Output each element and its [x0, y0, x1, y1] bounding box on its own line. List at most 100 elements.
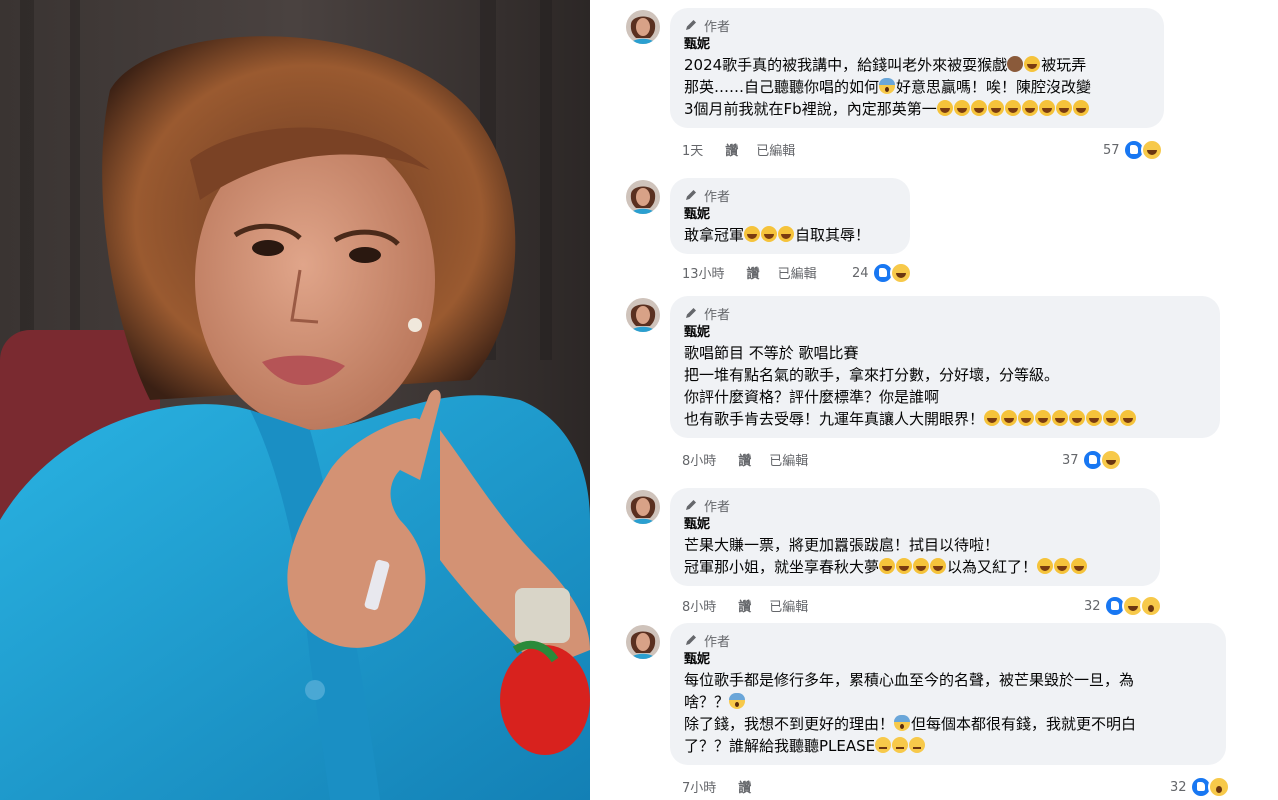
author-badge: 作者: [684, 631, 1212, 650]
photo-panel: [0, 0, 590, 800]
comment-line: 了？？誰解給我聽聽PLEASE: [684, 735, 1212, 757]
comment-text: 自取其辱！: [795, 226, 871, 244]
comment-text: 好意思贏嗎！唉！陳腔沒改變: [896, 78, 1092, 96]
edited-label: 已編輯: [756, 144, 796, 159]
like-link[interactable]: 讚: [738, 777, 751, 796]
reaction-count: 37: [1062, 452, 1079, 468]
reaction-summary[interactable]: 57: [1103, 139, 1163, 161]
reaction-summary[interactable]: 32: [1170, 776, 1230, 798]
wow-reaction-icon: [1139, 595, 1162, 617]
avatar[interactable]: [626, 10, 660, 44]
like-link[interactable]: 讚: [738, 596, 751, 615]
author-badge-label: 作者: [704, 307, 731, 323]
woman-photo: [0, 0, 590, 800]
comment-bubble: 作者 甄妮 每位歌手都是修行多年，累積心血至今的名聲，被芒果毀於一旦，為 啥？？ 除了錢…: [670, 623, 1226, 765]
comment-list: 作者 甄妮 2024歌手真的被我講中，給錢叫老外來被耍猴戲 被玩弄 那英……自己聽聽你唱…: [590, 0, 1278, 800]
author-badge-label: 作者: [704, 19, 731, 35]
comment-time[interactable]: 1天: [682, 140, 703, 159]
like-link[interactable]: 讚: [725, 140, 738, 159]
author-badge-label: 作者: [704, 189, 731, 205]
comment-text: 但每個本都很有錢，我就更不明白: [911, 715, 1137, 733]
laugh-emoji-icon: [1086, 410, 1103, 426]
laugh-emoji-icon: [1054, 558, 1071, 574]
laugh-emoji-icon: [1071, 558, 1088, 574]
reaction-summary[interactable]: 32: [1084, 595, 1162, 617]
comment-line: 冠軍那小姐，就坐享春秋大夢 以為又紅了！: [684, 556, 1146, 578]
laugh-emoji-icon: [1004, 100, 1021, 116]
author-name[interactable]: 甄妮: [684, 651, 1212, 669]
laugh-emoji-icon: [1069, 410, 1086, 426]
monkey-emoji-icon: [1007, 56, 1024, 72]
comment-meta: 1天 讚 已編輯: [682, 140, 795, 159]
avatar[interactable]: [626, 625, 660, 659]
avatar[interactable]: [626, 180, 660, 214]
laugh-emoji-icon: [1018, 410, 1035, 426]
comment-meta: 8小時 讚 已編輯: [682, 450, 808, 469]
laugh-emoji-icon: [1072, 100, 1089, 116]
comment-line: 也有歌手肯去受辱！九運年真讓人大開眼界！: [684, 408, 1206, 430]
laugh-emoji-icon: [1037, 558, 1054, 574]
laugh-emoji-icon: [761, 226, 778, 242]
laugh-emoji-icon: [896, 558, 913, 574]
like-link[interactable]: 讚: [738, 450, 751, 469]
comment-text: 以為又紅了！: [947, 558, 1038, 576]
reaction-summary[interactable]: 24: [852, 262, 912, 284]
comment-time[interactable]: 13小時: [682, 263, 725, 282]
avatar[interactable]: [626, 490, 660, 524]
author-name[interactable]: 甄妮: [684, 206, 896, 224]
comment-text: 把一堆有點名氣的歌手，拿來打分數，分好壞，分等級。: [684, 366, 1060, 384]
comment-text: 那英……自己聽聽你唱的如何: [684, 78, 880, 96]
laugh-emoji-icon: [987, 100, 1004, 116]
comment-bubble: 作者 甄妮 2024歌手真的被我講中，給錢叫老外來被耍猴戲 被玩弄那英……自己聽聽你唱…: [670, 8, 1164, 128]
laugh-emoji-icon: [744, 226, 761, 242]
comment-text: 啥？？: [684, 693, 730, 711]
laugh-emoji-icon: [1052, 410, 1069, 426]
comment-bubble: 作者 甄妮 芒果大賺一票，將更加囂張跋扈！拭目以待啦！ 冠軍那小姐，就坐享春秋大夢 以為…: [670, 488, 1160, 586]
haha-reaction-icon: [1099, 449, 1122, 471]
laugh-emoji-icon: [1055, 100, 1072, 116]
avatar-image: [626, 180, 660, 214]
comment-line: 芒果大賺一票，將更加囂張跋扈！拭目以待啦！: [684, 534, 1146, 556]
reaction-count: 32: [1084, 598, 1101, 614]
avatar-image: [626, 10, 660, 44]
laugh-emoji-icon: [984, 410, 1001, 426]
reaction-count: 32: [1170, 779, 1187, 795]
comment-text: 敢拿冠軍: [684, 226, 745, 244]
comment-text: 冠軍那小姐，就坐享春秋大夢: [684, 558, 880, 576]
comment-time[interactable]: 8小時: [682, 596, 716, 615]
author-name[interactable]: 甄妮: [684, 324, 1206, 342]
comment-line: 你評什麼資格？評什麼標準？你是誰啊: [684, 386, 1206, 408]
comment-text: 歌唱節目 不等於 歌唱比賽: [684, 344, 859, 362]
laugh-emoji-icon: [778, 226, 795, 242]
comment-line: 2024歌手真的被我講中，給錢叫老外來被耍猴戲 被玩弄: [684, 54, 1150, 76]
haha-reaction-icon: [1140, 139, 1163, 161]
author-badge: 作者: [684, 304, 1206, 323]
laugh-emoji-icon: [1120, 410, 1137, 426]
comment-line: 3個月前我就在Fb裡說，內定那英第一: [684, 98, 1150, 120]
comment-text: 也有歌手肯去受辱！九運年真讓人大開眼界！: [684, 410, 985, 428]
smirk-emoji-icon: [892, 737, 909, 753]
comment-text: 了？？誰解給我聽聽PLEASE: [684, 737, 876, 755]
laugh-emoji-icon: [1024, 56, 1041, 72]
author-badge: 作者: [684, 186, 896, 205]
pencil-icon: [684, 498, 699, 513]
author-badge: 作者: [684, 496, 1146, 515]
avatar[interactable]: [626, 298, 660, 332]
laugh-emoji-icon: [1103, 410, 1120, 426]
reaction-summary[interactable]: 37: [1062, 449, 1122, 471]
pencil-icon: [684, 306, 699, 321]
comment-text: 你評什麼資格？評什麼標準？你是誰啊: [684, 388, 940, 406]
comment-line: 啥？？: [684, 691, 1212, 713]
pencil-icon: [684, 633, 699, 648]
author-name[interactable]: 甄妮: [684, 36, 1150, 54]
comment-bubble: 作者 甄妮歌唱節目 不等於 歌唱比賽把一堆有點名氣的歌手，拿來打分數，分好壞，分等…: [670, 296, 1220, 438]
comment-time[interactable]: 7小時: [682, 777, 716, 796]
comment-meta: 13小時 讚 已編輯: [682, 263, 817, 282]
laugh-emoji-icon: [1038, 100, 1055, 116]
fear-emoji-icon: [879, 78, 896, 94]
like-link[interactable]: 讚: [747, 263, 760, 282]
author-name[interactable]: 甄妮: [684, 516, 1146, 534]
author-badge-label: 作者: [704, 499, 731, 515]
comment-time[interactable]: 8小時: [682, 450, 716, 469]
comment-bubble: 作者 甄妮敢拿冠軍 自取其辱！: [670, 178, 910, 254]
